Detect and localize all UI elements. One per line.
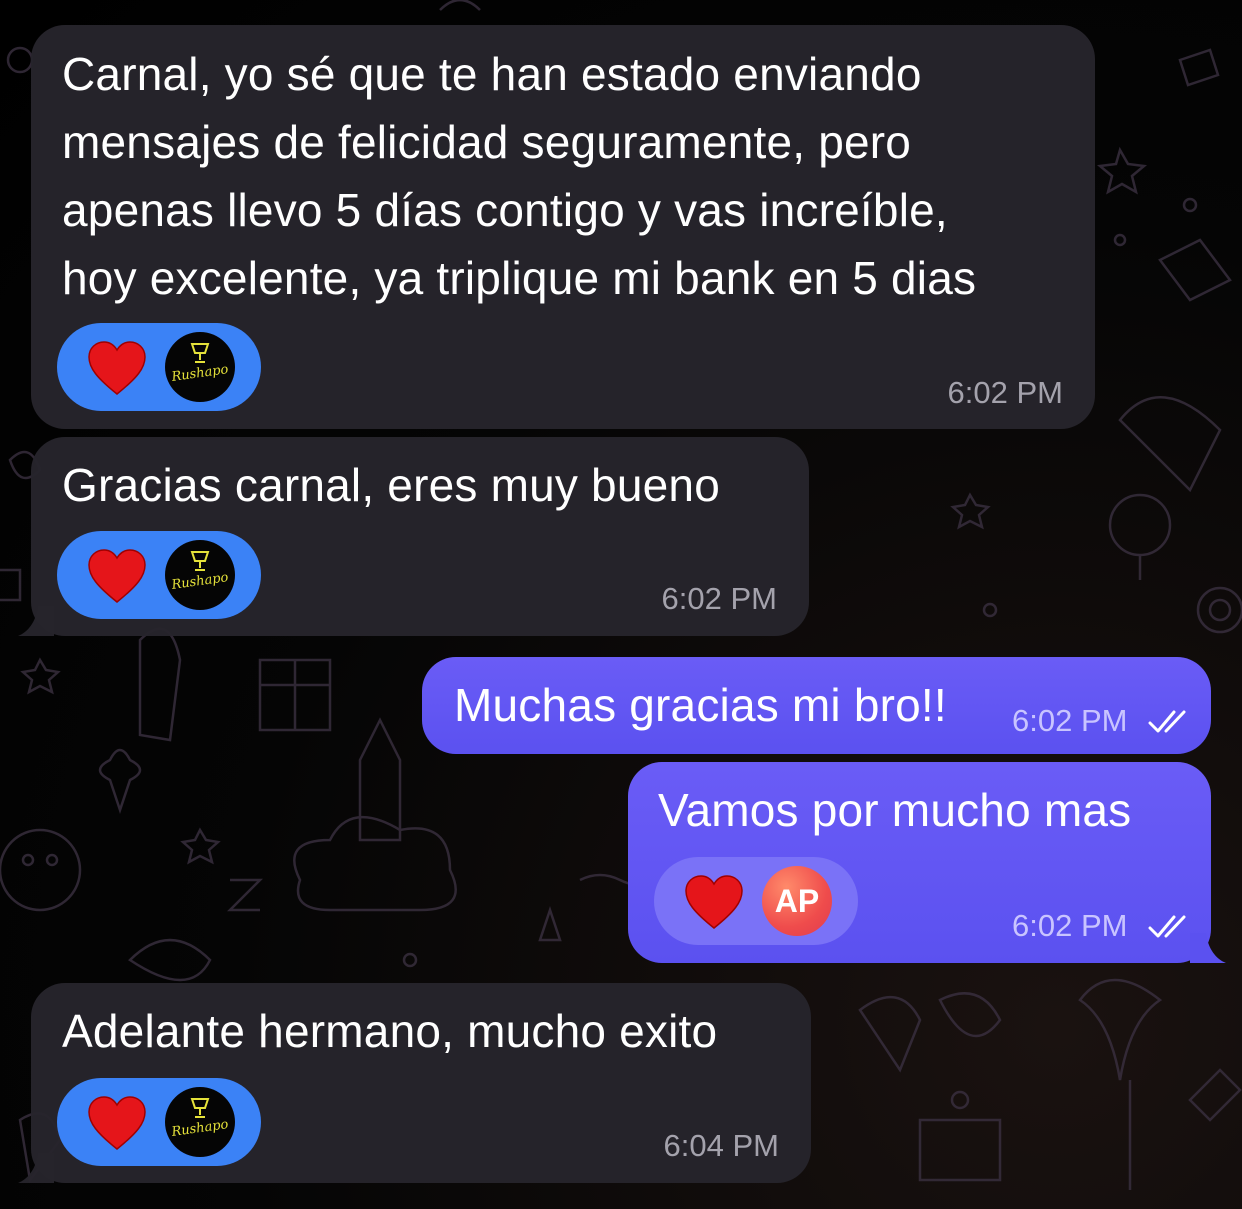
reactor-avatar: Rushapo bbox=[165, 540, 235, 610]
message-bubble-incoming[interactable]: Adelante hermano, mucho exito Rushapo 6:… bbox=[31, 983, 811, 1183]
message-time: 6:02 PM bbox=[661, 581, 777, 616]
reactor-avatar: Rushapo bbox=[165, 332, 235, 402]
heart-icon bbox=[88, 1096, 146, 1150]
message-bubble-outgoing[interactable]: Muchas gracias mi bro!! 6:02 PM bbox=[422, 657, 1211, 754]
reactor-avatar: AP bbox=[762, 866, 832, 936]
double-check-icon bbox=[1148, 915, 1186, 938]
message-text: Muchas gracias mi bro!! bbox=[454, 679, 947, 731]
message-text: Gracias carnal, eres muy bueno bbox=[62, 459, 720, 511]
heart-icon bbox=[88, 341, 146, 395]
message-time: 6:02 PM bbox=[947, 375, 1063, 410]
message-bubble-incoming[interactable]: Carnal, yo sé que te han estado enviando… bbox=[31, 25, 1095, 429]
message-time: 6:02 PM bbox=[1012, 908, 1128, 943]
bubble-tail bbox=[1190, 933, 1226, 963]
message-text: Carnal, yo sé que te han estado enviando… bbox=[62, 48, 977, 304]
bubble-tail bbox=[18, 606, 54, 636]
double-check-icon bbox=[1148, 710, 1186, 733]
message-text: Vamos por mucho mas bbox=[658, 784, 1132, 836]
message-bubble-incoming[interactable]: Gracias carnal, eres muy bueno Rushapo 6… bbox=[31, 437, 809, 636]
heart-icon bbox=[88, 549, 146, 603]
reaction-pill[interactable]: Rushapo bbox=[57, 323, 261, 411]
reaction-pill[interactable]: Rushapo bbox=[57, 1078, 261, 1166]
bubble-tail bbox=[18, 1153, 54, 1183]
message-text: Adelante hermano, mucho exito bbox=[62, 1005, 718, 1057]
reaction-pill[interactable]: AP bbox=[654, 857, 858, 945]
heart-icon bbox=[685, 875, 743, 929]
avatar-initials: AP bbox=[774, 882, 820, 919]
message-time: 6:04 PM bbox=[663, 1128, 779, 1163]
reactor-avatar: Rushapo bbox=[165, 1087, 235, 1157]
message-bubble-outgoing[interactable]: Vamos por mucho mas AP 6:02 PM bbox=[628, 762, 1211, 963]
reaction-pill[interactable]: Rushapo bbox=[57, 531, 261, 619]
message-time: 6:02 PM bbox=[1012, 703, 1128, 738]
